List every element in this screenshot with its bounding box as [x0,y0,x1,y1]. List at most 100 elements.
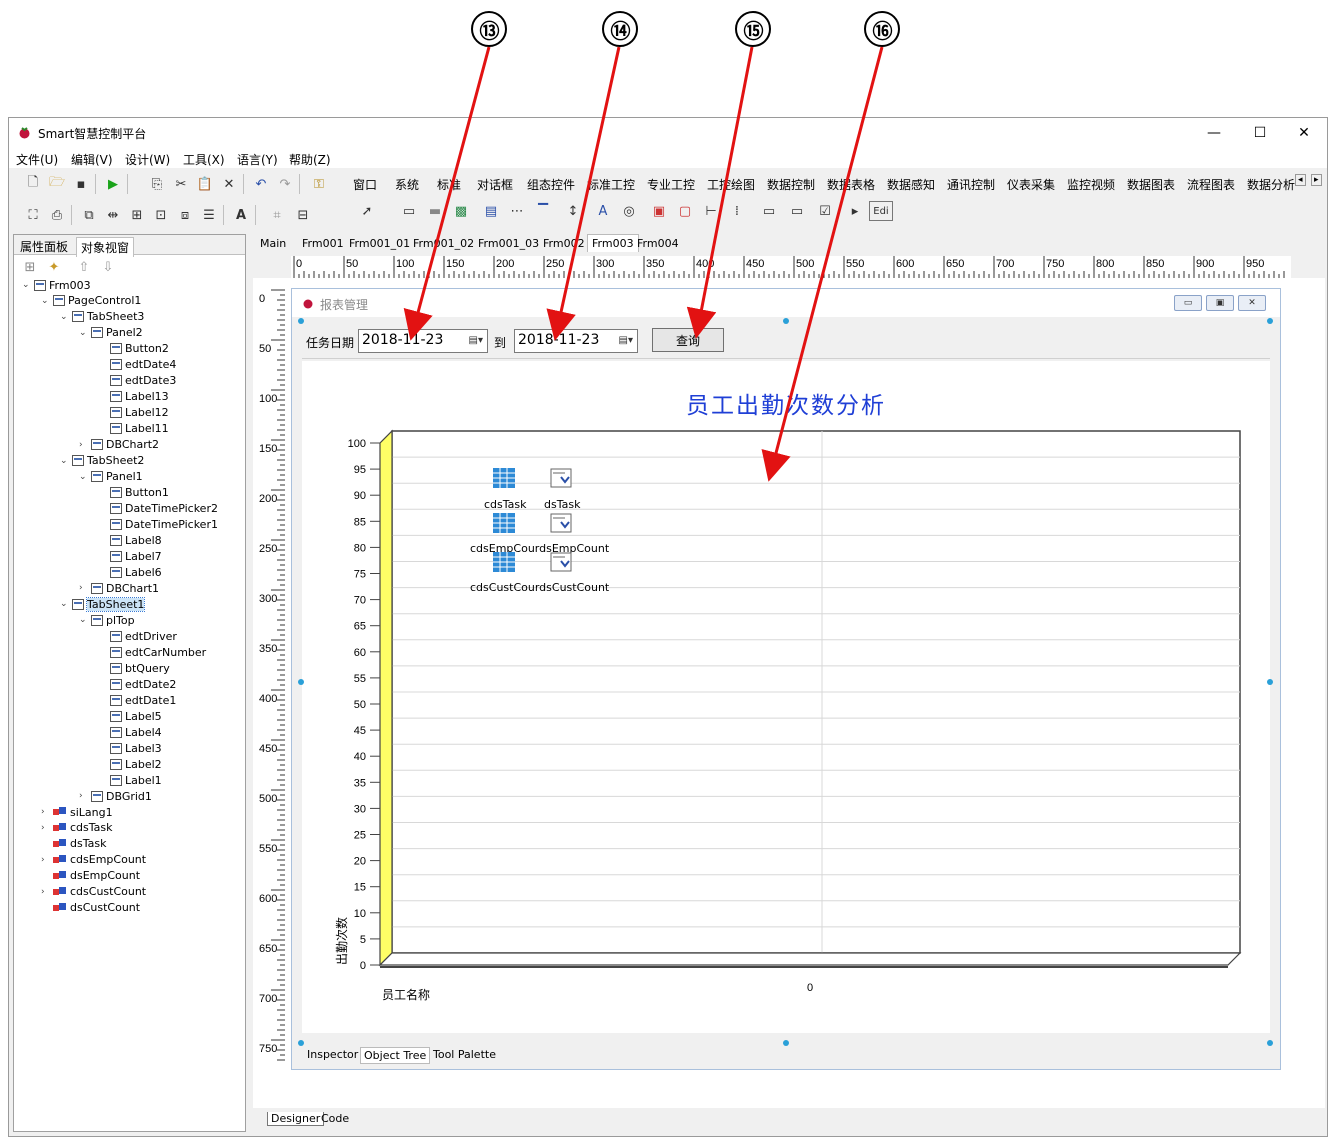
mainmenu-icon[interactable]: ▭ [399,201,419,221]
updown-icon[interactable]: ↕ [563,201,583,221]
tree-node-edtcarnumber[interactable]: edtCarNumber [98,644,206,660]
menu-tools[interactable]: 工具(X) [183,151,225,168]
dialog-icon[interactable]: ▢ [675,201,695,221]
tree-node-label1[interactable]: Label1 [98,772,162,788]
expander-icon[interactable]: › [79,440,89,450]
pointer-icon[interactable]: ➚ [357,201,377,221]
memo-icon[interactable]: ▤ [481,201,501,221]
treeview-icon[interactable]: ⊢ [701,201,721,221]
tree-node-silang1[interactable]: › siLang1 [41,804,113,820]
new-item-icon[interactable]: ✦ [44,257,64,277]
expander-icon[interactable]: › [41,823,51,833]
tree-node-label2[interactable]: Label2 [98,756,162,772]
redo-icon[interactable]: ↷ [275,174,295,194]
bring-front-icon[interactable]: ⧉ [79,205,99,225]
label-icon[interactable]: A [593,201,613,221]
date-from-picker[interactable]: 2018-11-23 ▤▾ [358,329,488,353]
tab-industrial-drawing[interactable]: 工控绘图 [707,176,755,193]
form-tab-frm004[interactable]: Frm004 [637,237,679,250]
expander-icon[interactable]: ⌄ [22,280,32,290]
tree-node-panel1[interactable]: ⌄ Panel1 [79,469,143,485]
tree-node-label11[interactable]: Label11 [98,421,169,437]
delete-icon[interactable]: ✕ [219,174,239,194]
key-icon[interactable]: ⚿ [309,174,329,194]
tree-node-label12[interactable]: Label12 [98,405,169,421]
tab-data-analysis[interactable]: 数据分析 [1247,176,1295,193]
tree-node-label13[interactable]: Label13 [98,389,169,405]
tab-data-control[interactable]: 数据控制 [767,176,815,193]
datasource-icon[interactable] [549,512,573,534]
align-grid-icon[interactable]: ⊞ [127,205,147,225]
tab-object-view[interactable]: 对象视窗 [76,237,135,257]
tab-pro-industrial[interactable]: 专业工控 [647,176,695,193]
tab-comm-control[interactable]: 通讯控制 [947,176,995,193]
tab-data-aware[interactable]: 数据感知 [887,176,935,193]
grid-table-icon[interactable] [492,512,516,534]
tree-node-datetimepicker1[interactable]: DateTimePicker1 [98,517,218,533]
paste-icon[interactable]: 📋 [195,174,215,194]
selection-handle[interactable] [783,1040,789,1046]
date-to-picker[interactable]: 2018-11-23 ▤▾ [514,329,638,353]
tab-order-icon[interactable]: ⧈ [175,205,195,225]
form-close-button[interactable]: ✕ [1238,295,1266,311]
tree-node-dstask[interactable]: dsTask [41,836,106,852]
run-icon[interactable]: ▶ [103,174,123,194]
grid-table-icon[interactable] [492,551,516,573]
tree-node-tabsheet1[interactable]: ⌄ TabSheet1 [60,596,146,612]
button-icon[interactable]: ▭ [787,201,807,221]
tree-node-edtdate1[interactable]: edtDate1 [98,692,176,708]
tree-node-btquery[interactable]: btQuery [98,660,170,676]
tab-system[interactable]: 系统 [395,176,419,193]
tree-node-tabsheet3[interactable]: ⌄ TabSheet3 [60,309,144,325]
tree-node-button1[interactable]: Button1 [98,485,169,501]
tree-node-panel2[interactable]: ⌄ Panel2 [79,325,143,341]
menu-design[interactable]: 设计(W) [125,151,170,168]
tab-config-controls[interactable]: 组态控件 [527,176,575,193]
space-horz-icon[interactable]: ⇹ [103,205,123,225]
expander-icon[interactable]: ⌄ [60,312,70,322]
tree-node-pagecontrol1[interactable]: ⌄ PageControl1 [41,293,141,309]
expander-icon[interactable]: ⌄ [60,456,70,466]
tab-standard[interactable]: 标准 [437,176,461,193]
panel-icon[interactable]: ▬ [425,201,445,221]
expander-icon[interactable]: › [41,855,51,865]
selection-handle[interactable] [1267,679,1273,685]
palette-scroll-right[interactable]: ▸ [1311,174,1322,186]
expander-icon[interactable]: ⌄ [79,472,89,482]
tree-node-label8[interactable]: Label8 [98,533,162,549]
selection-handle[interactable] [1267,1040,1273,1046]
speech-icon[interactable]: ◎ [619,201,639,221]
tab-video[interactable]: 监控视频 [1067,176,1115,193]
form-tab-frm003[interactable]: Frm003 [587,234,639,252]
properties-icon[interactable]: ⎙ [47,205,67,225]
listview-icon[interactable]: ⁞ [727,201,747,221]
query-button[interactable]: 查询 [652,328,724,352]
creation-order-icon[interactable]: ☰ [199,205,219,225]
tab-designer[interactable]: Designer [267,1112,325,1126]
tree-node-pltop[interactable]: ⌄ plTop [79,612,135,628]
menu-edit[interactable]: 编辑(V) [71,151,113,168]
tab-code[interactable]: Code [321,1112,349,1125]
calendar-dropdown-icon[interactable]: ▤▾ [619,335,633,346]
tab-object-tree[interactable]: Object Tree [360,1047,431,1064]
expander-icon[interactable]: › [79,583,89,593]
edit-combo-icon[interactable]: Edi [869,201,893,221]
tab-data-chart[interactable]: 数据图表 [1127,176,1175,193]
tab-window[interactable]: 窗口 [353,176,377,193]
maximize-button[interactable]: ☐ [1237,118,1283,148]
expander-icon[interactable]: ⌄ [60,599,70,609]
tab-std-industrial[interactable]: 标准工控 [587,176,635,193]
tree-node-frm003[interactable]: ⌄ Frm003 [22,277,91,293]
font-icon[interactable]: A [231,205,251,225]
expander-icon[interactable]: › [41,887,51,897]
palette-scroll-left[interactable]: ◂ [1295,174,1306,186]
form-tab-frm001-03[interactable]: Frm001_03 [478,237,539,250]
selection-handle[interactable] [298,1040,304,1046]
grid-table-icon[interactable] [492,467,516,489]
form-icon[interactable]: ▣ [649,201,669,221]
tab-properties[interactable]: 属性面板 [16,237,72,256]
new-file-icon[interactable]: 🗋 [23,174,43,194]
expander-icon[interactable]: ⌄ [79,328,89,338]
expander-icon[interactable]: ⌄ [41,296,51,306]
insert-icon[interactable]: ⊞ [20,257,40,277]
